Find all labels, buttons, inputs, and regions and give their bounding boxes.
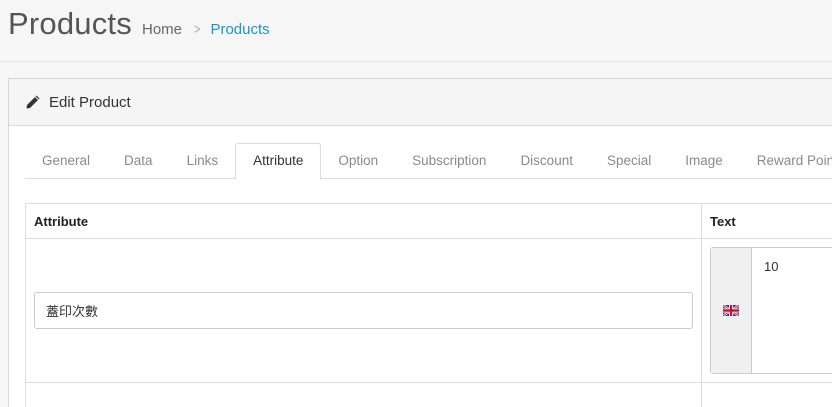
tab-attribute[interactable]: Attribute (235, 143, 322, 180)
empty-cell (25, 382, 702, 407)
breadcrumb-current-link[interactable]: Products (210, 21, 269, 38)
tab-option[interactable]: Option (321, 143, 395, 178)
page-header: Products Home > Products (0, 0, 832, 62)
table-row: 蓋印次數 10 (25, 238, 832, 383)
breadcrumb-home-link[interactable]: Home (142, 21, 182, 38)
attribute-cell: 蓋印次數 (25, 238, 702, 383)
breadcrumb: Home > Products (142, 21, 270, 38)
attribute-table: Attribute Text 蓋印次數 10 (25, 203, 832, 407)
attribute-text-textarea[interactable]: 10 (752, 248, 832, 373)
text-cell: 10 (701, 238, 832, 383)
table-header-row: Attribute Text (25, 203, 832, 239)
column-header-text: Text (701, 203, 832, 239)
tab-links[interactable]: Links (170, 143, 236, 178)
uk-flag-icon (723, 305, 739, 316)
column-header-attribute: Attribute (25, 203, 702, 239)
table-row (25, 382, 832, 407)
attribute-text-group: 10 (710, 247, 832, 374)
breadcrumb-separator-icon: > (194, 21, 201, 38)
tab-discount[interactable]: Discount (503, 143, 590, 178)
tab-reward-points[interactable]: Reward Points (740, 143, 832, 178)
tab-general[interactable]: General (25, 143, 107, 178)
card-header: Edit Product (9, 79, 832, 126)
edit-product-card: Edit Product General Data Links Attribut… (8, 78, 832, 407)
tab-subscription[interactable]: Subscription (395, 143, 503, 178)
page-title: Products (8, 6, 132, 41)
tab-image[interactable]: Image (668, 143, 740, 178)
empty-cell (701, 382, 832, 407)
pencil-icon (26, 95, 40, 109)
tab-special[interactable]: Special (590, 143, 668, 178)
tab-data[interactable]: Data (107, 143, 170, 178)
tab-bar: General Data Links Attribute Option Subs… (25, 143, 832, 180)
language-addon (711, 248, 752, 373)
card-title: Edit Product (49, 93, 131, 111)
attribute-name-input[interactable]: 蓋印次數 (34, 292, 693, 329)
